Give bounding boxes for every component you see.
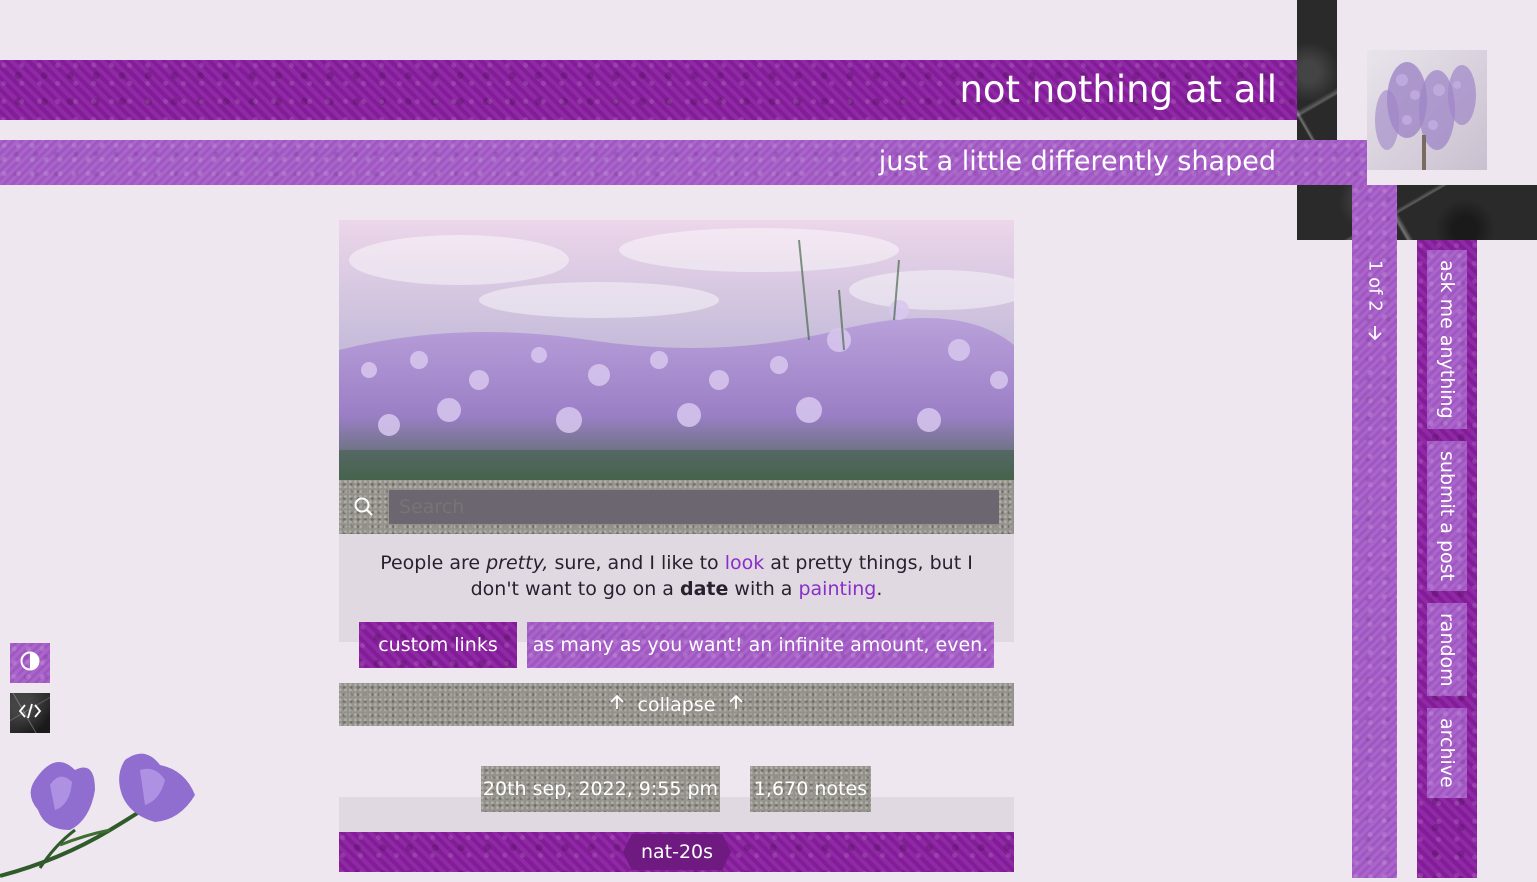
post-notes[interactable]: 1,670 notes [750, 766, 871, 812]
pagination-next-link[interactable]: 1 of 2 [1364, 260, 1386, 342]
nav-random[interactable]: random [1427, 603, 1467, 697]
post-date[interactable]: 20th sep, 2022, 9:55 pm [481, 766, 720, 812]
post-author[interactable]: nat-20s [623, 834, 731, 870]
avatar-image [1367, 50, 1487, 170]
nav-archive[interactable]: archive [1427, 708, 1467, 798]
arrow-up-icon [608, 693, 626, 716]
flower-decoration [0, 750, 200, 878]
pagination-strip: 1 of 2 [1352, 185, 1397, 878]
pagination-label: 1 of 2 [1364, 260, 1386, 312]
blog-title[interactable]: not nothing at all [959, 68, 1277, 112]
marble-decoration-bar [1297, 185, 1537, 240]
blog-subtitle: just a little differently shaped [878, 146, 1276, 177]
bold-text: date [680, 578, 729, 600]
search-icon[interactable] [353, 496, 375, 518]
nav-strip: ask me anything submit a post random arc… [1417, 240, 1477, 878]
nav-ask[interactable]: ask me anything [1427, 250, 1467, 429]
arrow-up-icon [727, 693, 745, 716]
post-author-bar: nat-20s [339, 832, 1014, 872]
collapse-label: collapse [637, 693, 716, 716]
emphasis-text: pretty, [486, 552, 549, 574]
header-subtitle-bar: just a little differently shaped [0, 140, 1367, 185]
nav-submit[interactable]: submit a post [1427, 441, 1467, 591]
contrast-icon [19, 650, 41, 676]
search-bar [339, 480, 1014, 534]
code-icon [18, 701, 42, 725]
header-title-bar: not nothing at all [0, 60, 1297, 120]
arrow-down-icon [1364, 324, 1386, 342]
link-look[interactable]: look [725, 552, 765, 574]
code-toggle-button[interactable] [10, 693, 50, 733]
sidebar-header-image [339, 220, 1014, 480]
avatar[interactable] [1367, 50, 1487, 170]
collapse-button[interactable]: collapse [339, 683, 1014, 726]
theme-toggle-button[interactable] [10, 643, 50, 683]
blog-description: People are pretty, sure, and I like to l… [380, 552, 973, 600]
search-input[interactable] [389, 490, 999, 524]
custom-link-2[interactable]: as many as you want! an infinite amount,… [527, 622, 994, 668]
custom-link-1[interactable]: custom links [359, 622, 517, 668]
link-painting[interactable]: painting [798, 578, 876, 600]
